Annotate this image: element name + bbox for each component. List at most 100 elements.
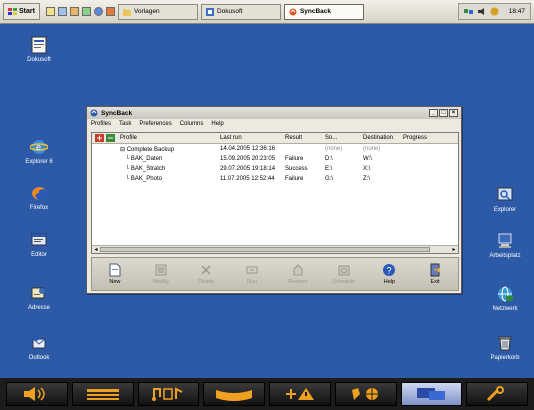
- profile-cell: └ BAK_Daten: [120, 156, 163, 162]
- exit-button[interactable]: Exit: [417, 263, 453, 285]
- modify-button[interactable]: Modify: [143, 263, 179, 285]
- close-button[interactable]: ×: [449, 109, 458, 117]
- syncback-window: SyncBack _ □ × Profiles Task Preferences…: [86, 106, 462, 294]
- menu-task[interactable]: Task: [119, 121, 131, 127]
- desktop-icon-netzwerk[interactable]: Netzwerk: [478, 285, 532, 312]
- column-header-profile[interactable]: Profile: [120, 135, 220, 141]
- warning-icon: [285, 388, 314, 400]
- desktop-icon-outlook[interactable]: Outlook: [12, 334, 66, 361]
- collapse-all-icon[interactable]: [106, 134, 115, 142]
- column-header-destination[interactable]: Destination: [363, 135, 403, 141]
- documents-launcher[interactable]: [71, 382, 134, 406]
- table-row[interactable]: └ BAK_Daten 15.09.2005 20:23:05 Failure …: [92, 154, 458, 164]
- grid-header-icons: [92, 134, 120, 142]
- system-launcher[interactable]: [400, 382, 463, 406]
- volume-launcher[interactable]: [6, 382, 68, 406]
- profile-cell: └ BAK_Photo: [120, 176, 162, 182]
- table-row[interactable]: └ BAK_Stratch 29.07.2005 19:18:14 Succes…: [92, 164, 458, 174]
- network-icon[interactable]: [81, 7, 91, 16]
- last-run-cell: 29.07.2005 19:18:14: [220, 166, 276, 172]
- scroll-right-arrow[interactable]: ▸: [450, 246, 458, 253]
- desktop-icon-adresse[interactable]: Adresse: [12, 284, 66, 311]
- archive-icon[interactable]: [69, 7, 79, 16]
- monitor-icon: [417, 388, 446, 400]
- schedule-button[interactable]: Schedule: [326, 263, 362, 285]
- media-launcher[interactable]: [137, 382, 200, 406]
- delete-button[interactable]: Delete: [188, 263, 224, 285]
- exit-icon: [430, 263, 441, 277]
- address-book-icon: [31, 287, 45, 299]
- column-header-progress[interactable]: Progress: [403, 135, 443, 141]
- desktop-icon-arbeitsplatz[interactable]: Arbeitsplatz: [478, 232, 532, 259]
- menu-help[interactable]: Help: [211, 121, 223, 127]
- window-icon[interactable]: [57, 7, 67, 16]
- svg-text:?: ?: [387, 266, 392, 276]
- menu-columns[interactable]: Columns: [180, 121, 204, 127]
- menu-bar: Profiles Task Preferences Columns Help: [87, 119, 461, 129]
- browser-icon[interactable]: [93, 7, 103, 16]
- column-header-source[interactable]: So...: [325, 135, 363, 141]
- maximize-button[interactable]: □: [439, 109, 448, 117]
- source-cell: E:\: [325, 166, 333, 172]
- settings-launcher[interactable]: [466, 382, 528, 406]
- app-icon: [205, 7, 214, 16]
- restore-button[interactable]: Restore: [280, 263, 316, 285]
- task-label: Dokusoft: [216, 8, 243, 15]
- new-button[interactable]: New: [97, 263, 133, 285]
- task-button-vorlagen[interactable]: Vorlagen: [117, 3, 198, 20]
- desktop-icon-label: Netzwerk: [492, 306, 518, 312]
- desktop-icon-dokusoft[interactable]: Dokusoft: [12, 36, 66, 63]
- mail-icon[interactable]: [105, 7, 115, 16]
- minimize-button[interactable]: _: [429, 109, 438, 117]
- dokusoft-icon: [31, 36, 47, 54]
- desktop-icon-label: Editor: [31, 252, 47, 258]
- column-header-last-run[interactable]: Last run: [220, 135, 285, 141]
- task-button-dokusoft[interactable]: Dokusoft: [200, 3, 281, 20]
- desktop-icon-label: Outlook: [28, 355, 50, 361]
- destination-cell: (none): [363, 146, 381, 152]
- desktop-icon-explorer-right[interactable]: Explorer: [478, 186, 532, 213]
- destination-cell: Z:\: [363, 176, 370, 182]
- update-tray-icon[interactable]: [490, 7, 499, 16]
- task-button-syncback[interactable]: SyncBack: [283, 3, 364, 20]
- desktop-icon-editor[interactable]: Editor: [12, 231, 66, 258]
- clock: 18:47: [508, 8, 525, 15]
- internet-launcher[interactable]: [334, 382, 397, 406]
- desktop-icon-papierkorb[interactable]: Papierkorb: [478, 334, 532, 361]
- start-button[interactable]: Start: [3, 3, 40, 20]
- scroll-thumb[interactable]: [100, 247, 430, 252]
- computer-icon: [498, 233, 512, 248]
- office-launcher[interactable]: [203, 382, 265, 406]
- help-button[interactable]: ? Help: [371, 263, 407, 285]
- action-toolbar: New Modify Delete Run Restore Schedule ?…: [91, 257, 459, 291]
- table-row[interactable]: ⊟ Complete Backup 14.04.2005 12:36:16 (n…: [92, 144, 458, 154]
- expand-icon[interactable]: ⊟: [120, 147, 127, 153]
- destination-cell: X:\: [363, 166, 371, 172]
- horizontal-scrollbar[interactable]: ◂ ▸: [92, 245, 458, 253]
- desktop-icon-firefox[interactable]: Firefox: [12, 184, 66, 211]
- desktop-icon-explorer[interactable]: e Explorer 6: [12, 138, 66, 165]
- menu-profiles[interactable]: Profiles: [91, 121, 111, 127]
- run-button[interactable]: Run: [234, 263, 270, 285]
- expand-all-icon[interactable]: [95, 134, 104, 142]
- volume-tray-icon[interactable]: [477, 7, 486, 16]
- profile-cell: └ BAK_Stratch: [120, 166, 166, 172]
- firefox-icon: [32, 186, 46, 200]
- volume-icon: [23, 387, 45, 401]
- last-run-cell: 11.07.2005 12:52:44: [220, 176, 275, 182]
- network-tray-icon[interactable]: [463, 7, 473, 16]
- folder-icon[interactable]: [45, 7, 55, 16]
- start-logo-icon: [8, 7, 17, 15]
- quick-launch: [45, 7, 115, 16]
- svg-text:e: e: [36, 142, 41, 152]
- tools-launcher[interactable]: [269, 382, 331, 406]
- start-label: Start: [19, 8, 35, 15]
- column-header-result[interactable]: Result: [285, 135, 325, 141]
- scroll-left-arrow[interactable]: ◂: [92, 246, 100, 253]
- window-titlebar[interactable]: SyncBack _ □ ×: [87, 107, 461, 119]
- toolbar-strip-icon: [216, 390, 253, 401]
- desktop-icon-label: Papierkorb: [490, 355, 520, 361]
- table-row[interactable]: └ BAK_Photo 11.07.2005 12:52:44 Failure …: [92, 174, 458, 184]
- recycle-bin-icon: [498, 336, 512, 351]
- menu-preferences[interactable]: Preferences: [139, 121, 171, 127]
